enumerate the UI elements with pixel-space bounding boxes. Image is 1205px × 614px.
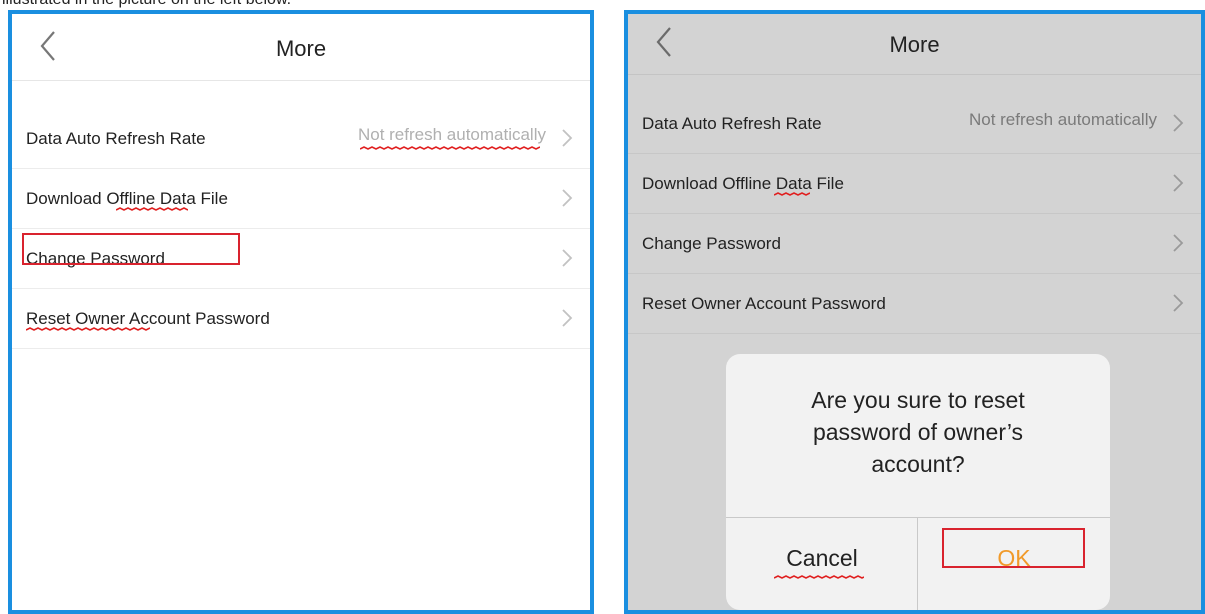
nav-header: More <box>12 14 590 81</box>
cancel-button[interactable]: Cancel <box>726 518 918 610</box>
chevron-right-icon <box>562 249 573 267</box>
chevron-right-icon <box>1173 294 1184 312</box>
highlight-box <box>942 528 1085 568</box>
list-item-label: Download Offline Data File <box>642 174 844 193</box>
list-item-download-offline-data-file[interactable]: Download Offline Data File <box>628 154 1201 214</box>
list-item-label: Download Offline Data File <box>26 189 228 208</box>
spellcheck-underline <box>774 192 810 196</box>
document-caption: illustrated in the picture on the left b… <box>2 0 291 9</box>
list-item-label: Reset Owner Account Password <box>642 294 886 313</box>
list-item-data-auto-refresh-rate[interactable]: Data Auto Refresh Rate Not refresh autom… <box>12 109 590 169</box>
chevron-right-icon <box>562 129 573 147</box>
chevron-right-icon <box>1173 174 1184 192</box>
right-phone-screen: More Data Auto Refresh Rate Not refresh … <box>624 10 1205 614</box>
dialog-button-row: Cancel OK <box>726 517 1110 610</box>
spellcheck-underline <box>26 327 150 331</box>
list-item-value: Not refresh automatically <box>357 125 546 144</box>
list-item-reset-owner-account-password[interactable]: Reset Owner Account Password <box>12 289 590 349</box>
page-title: More <box>889 32 940 57</box>
list-item-reset-owner-account-password[interactable]: Reset Owner Account Password <box>628 274 1201 334</box>
dialog-message-line-2: password of owner’s <box>812 419 1024 445</box>
list-item-value: Not refresh automatically <box>968 110 1157 129</box>
dialog-message: Are you sure to reset password of owner’… <box>726 384 1110 480</box>
left-phone-screen: More Data Auto Refresh Rate Not refresh … <box>8 10 594 614</box>
chevron-right-icon <box>1173 234 1184 252</box>
dialog-message-line-3: account? <box>871 451 965 477</box>
list-item-download-offline-data-file[interactable]: Download Offline Data File <box>12 169 590 229</box>
chevron-right-icon <box>562 189 573 207</box>
list-item-label: Change Password <box>642 234 781 253</box>
chevron-right-icon <box>562 309 573 327</box>
list-item-data-auto-refresh-rate[interactable]: Data Auto Refresh Rate Not refresh autom… <box>628 94 1201 154</box>
list-item-label: Data Auto Refresh Rate <box>26 129 206 148</box>
list-item-label: Data Auto Refresh Rate <box>642 114 822 133</box>
nav-header: More <box>628 14 1201 75</box>
page-title: More <box>275 36 327 61</box>
list-item-change-password[interactable]: Change Password <box>12 229 590 289</box>
spellcheck-underline <box>774 575 864 579</box>
dialog-message-line-1: Are you sure to reset <box>811 387 1025 413</box>
chevron-right-icon <box>1173 114 1184 132</box>
list-item-label: Reset Owner Account Password <box>26 309 270 328</box>
reset-password-confirm-dialog: Are you sure to reset password of owner’… <box>726 354 1110 610</box>
list-item-change-password[interactable]: Change Password <box>628 214 1201 274</box>
spellcheck-underline <box>116 207 188 211</box>
spellcheck-underline <box>360 146 540 150</box>
highlight-box <box>22 233 240 265</box>
